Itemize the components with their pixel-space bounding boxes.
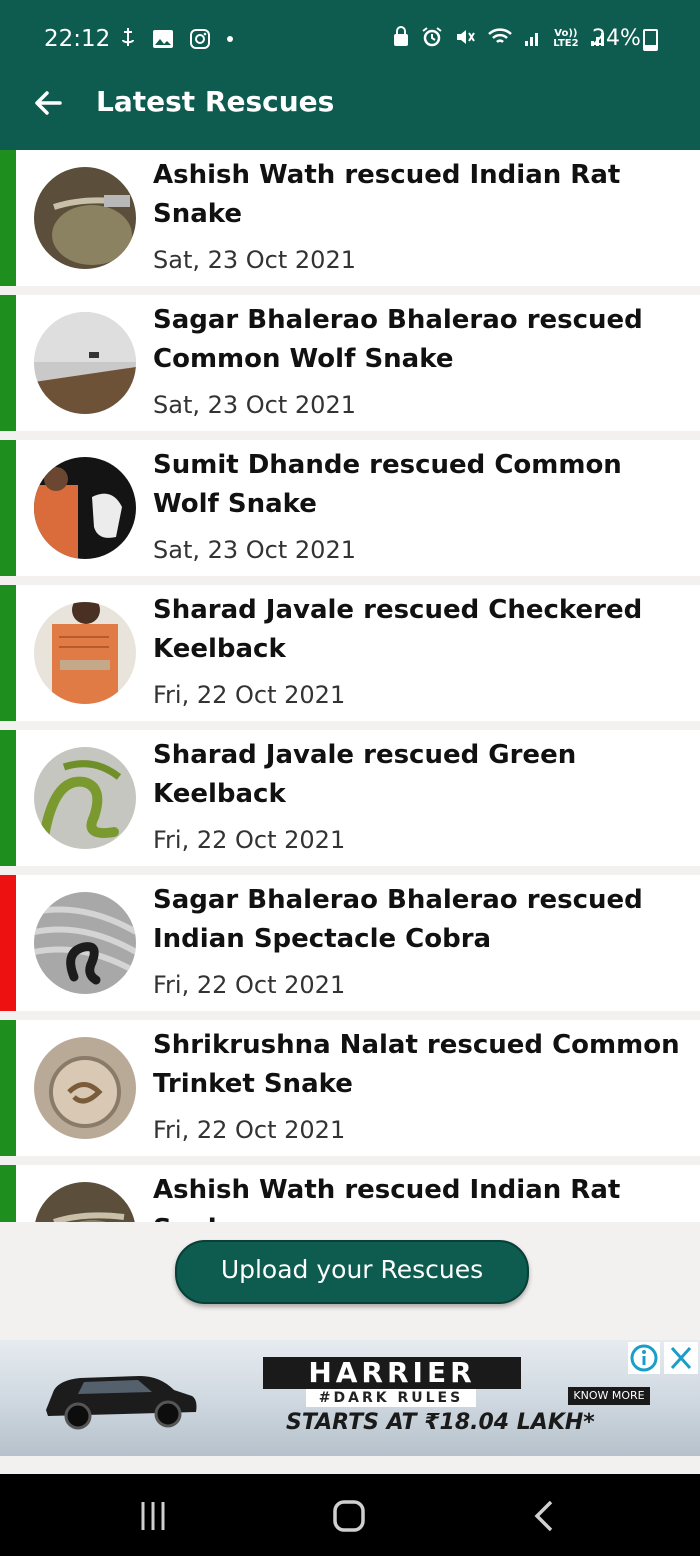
rescue-item[interactable]: Sharad Javale rescued Green Keelback Fri…: [0, 730, 700, 866]
status-stripe: [0, 440, 16, 576]
rescue-date: Sat, 23 Oct 2021: [153, 536, 356, 564]
usb-icon: [122, 28, 134, 46]
status-stripe: [0, 295, 16, 431]
ad-info-button[interactable]: [628, 1342, 660, 1374]
status-icons-left: [118, 26, 235, 51]
image-icon: [153, 30, 174, 48]
rescue-item[interactable]: Sagar Bhalerao Bhalerao rescued Indian S…: [0, 875, 700, 1011]
rescue-item[interactable]: Sharad Javale rescued Checkered Keelback…: [0, 585, 700, 721]
rescue-date: Fri, 22 Oct 2021: [153, 971, 346, 999]
rescue-title: Sharad Javale rescued Checkered Keelback: [153, 595, 643, 664]
rescue-item[interactable]: Sumit Dhande rescued Common Wolf Snake S…: [0, 440, 700, 576]
alarm-icon: [422, 27, 442, 47]
rescue-list[interactable]: Ashish Wath rescued Indian Rat Snake Sat…: [0, 150, 700, 1222]
close-icon: [670, 1346, 692, 1370]
rescue-item[interactable]: Ashish Wath rescued Indian Rat Snake: [0, 1165, 700, 1222]
rescue-title: Shrikrushna Nalat rescued Common Trinket…: [153, 1030, 680, 1099]
rescue-title: Sumit Dhande rescued Common Wolf Snake: [153, 450, 622, 519]
rescue-item[interactable]: Sagar Bhalerao Bhalerao rescued Common W…: [0, 295, 700, 431]
ad-price: STARTS AT ₹18.04 LAKH*: [286, 1410, 595, 1435]
ad-know-more-button[interactable]: KNOW MORE: [568, 1387, 650, 1405]
home-icon[interactable]: [331, 1498, 367, 1534]
rescue-thumbnail: [34, 312, 136, 414]
rescue-date: Fri, 22 Oct 2021: [153, 681, 346, 709]
rescue-item[interactable]: Shrikrushna Nalat rescued Common Trinket…: [0, 1020, 700, 1156]
status-bar: 22:12 Vo)) LTE2 24%: [0, 0, 700, 57]
rescue-thumbnail: [34, 457, 136, 559]
rescue-thumbnail: [34, 892, 136, 994]
rescue-thumbnail: [34, 1182, 136, 1222]
lte-text: LTE2: [553, 38, 579, 49]
rescue-thumbnail: [34, 602, 136, 704]
status-stripe: [0, 150, 16, 286]
status-icons-right: Vo)) LTE2: [392, 26, 608, 49]
rescue-date: Sat, 23 Oct 2021: [153, 246, 356, 274]
battery-level: [645, 44, 656, 49]
back-icon[interactable]: [527, 1498, 563, 1534]
page-title: Latest Rescues: [96, 85, 335, 118]
status-time: 22:12: [44, 26, 111, 52]
status-stripe: [0, 1020, 16, 1156]
rescue-title: Sagar Bhalerao Bhalerao rescued Common W…: [153, 305, 643, 374]
dot-icon: [227, 36, 234, 42]
signal-icon: [525, 33, 539, 46]
instagram-icon: [189, 29, 210, 49]
ad-close-button[interactable]: [664, 1342, 698, 1374]
rescue-date: Sat, 23 Oct 2021: [153, 391, 356, 419]
rescue-thumbnail: [34, 747, 136, 849]
rescue-item[interactable]: Ashish Wath rescued Indian Rat Snake Sat…: [0, 150, 700, 286]
system-nav-bar: [0, 1474, 700, 1556]
status-stripe: [0, 730, 16, 866]
rescue-title: Sharad Javale rescued Green Keelback: [153, 740, 577, 809]
rescue-title: Ashish Wath rescued Indian Rat Snake: [153, 1175, 621, 1222]
info-icon: [630, 1344, 658, 1372]
battery-percentage: 24%: [592, 26, 641, 51]
rescue-date: Fri, 22 Oct 2021: [153, 826, 346, 854]
bottom-spacer: [0, 1456, 700, 1474]
recents-icon[interactable]: [135, 1498, 171, 1534]
upload-area: Upload your Rescues: [0, 1222, 700, 1340]
lock-icon: [394, 26, 408, 46]
rescue-date: Fri, 22 Oct 2021: [153, 1116, 346, 1144]
rescue-title: Ashish Wath rescued Indian Rat Snake: [153, 160, 621, 229]
ad-brand: HARRIER: [263, 1357, 521, 1389]
battery-icon: [643, 29, 658, 51]
arrow-left-icon[interactable]: [28, 83, 68, 123]
app-bar: Latest Rescues: [0, 57, 700, 150]
rescue-thumbnail: [34, 1037, 136, 1139]
rescue-title: Sagar Bhalerao Bhalerao rescued Indian S…: [153, 885, 643, 954]
volte-icon: Vo)) LTE2: [553, 29, 578, 49]
status-stripe: [0, 875, 16, 1011]
ad-tagline: #DARK RULES: [306, 1389, 476, 1407]
car-image: [46, 1376, 197, 1430]
wifi-icon: [488, 28, 512, 43]
upload-rescues-button[interactable]: Upload your Rescues: [175, 1240, 529, 1304]
mute-icon: [457, 30, 475, 44]
ad-banner[interactable]: HARRIER #DARK RULES STARTS AT ₹18.04 LAK…: [0, 1340, 700, 1456]
status-stripe: [0, 1165, 16, 1222]
status-stripe: [0, 585, 16, 721]
rescue-thumbnail: [34, 167, 136, 269]
